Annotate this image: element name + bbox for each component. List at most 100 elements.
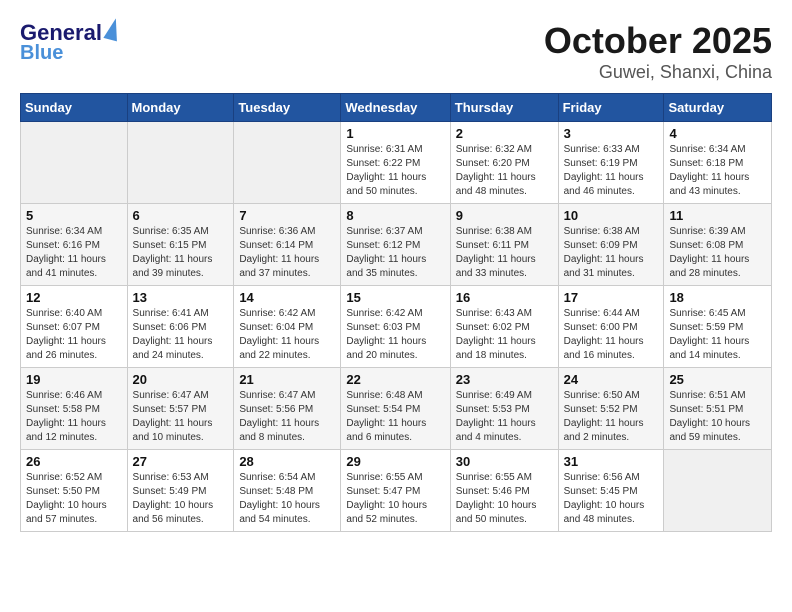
calendar-cell: 21Sunrise: 6:47 AM Sunset: 5:56 PM Dayli… [234,368,341,450]
day-info: Sunrise: 6:55 AM Sunset: 5:47 PM Dayligh… [346,471,444,527]
day-info: Sunrise: 6:37 AM Sunset: 6:12 PM Dayligh… [346,225,444,281]
calendar-cell: 4Sunrise: 6:34 AM Sunset: 6:18 PM Daylig… [664,122,772,204]
weekday-header-friday: Friday [558,94,664,122]
calendar-cell: 1 Sunrise: 6:31 AM Sunset: 6:22 PM Daylig… [341,122,450,204]
calendar-cell: 14 Sunrise: 6:42 AM Sunset: 6:04 PM Dayli… [234,286,341,368]
calendar-cell: 8Sunrise: 6:37 AM Sunset: 6:12 PM Daylig… [341,204,450,286]
calendar-cell: 10Sunrise: 6:38 AM Sunset: 6:09 PM Dayli… [558,204,664,286]
day-info: Sunrise: 6:47 AM Sunset: 5:57 PM Dayligh… [133,389,229,445]
day-info: Sunrise: 6:31 AM Sunset: 6:22 PM Dayligh… [346,143,444,199]
calendar-cell: 26 Sunrise: 6:52 AM Sunset: 5:50 PM Dayli… [21,450,128,532]
day-number: 30 [456,454,553,469]
calendar-week-4: 19Sunrise: 6:46 AM Sunset: 5:58 PM Dayli… [21,368,772,450]
day-number: 22 [346,372,444,387]
calendar-cell: 6 Sunrise: 6:35 AM Sunset: 6:15 PM Daylig… [127,204,234,286]
logo-icon [103,17,122,42]
day-number: 14 [239,290,335,305]
day-number: 12 [26,290,122,305]
day-info: Sunrise: 6:50 AM Sunset: 5:52 PM Dayligh… [564,389,659,445]
day-number: 15 [346,290,444,305]
day-info: Sunrise: 6:42 AM Sunset: 6:04 PM Dayligh… [239,307,335,363]
calendar-cell: 27Sunrise: 6:53 AM Sunset: 5:49 PM Dayli… [127,450,234,532]
day-info: Sunrise: 6:52 AM Sunset: 5:50 PM Dayligh… [26,471,122,527]
day-info: Sunrise: 6:54 AM Sunset: 5:48 PM Dayligh… [239,471,335,527]
day-number: 13 [133,290,229,305]
day-info: Sunrise: 6:43 AM Sunset: 6:02 PM Dayligh… [456,307,553,363]
weekday-header-thursday: Thursday [450,94,558,122]
day-info: Sunrise: 6:47 AM Sunset: 5:56 PM Dayligh… [239,389,335,445]
day-number: 10 [564,208,659,223]
calendar-cell: 11 Sunrise: 6:39 AM Sunset: 6:08 PM Dayli… [664,204,772,286]
day-info: Sunrise: 6:44 AM Sunset: 6:00 PM Dayligh… [564,307,659,363]
day-number: 17 [564,290,659,305]
day-number: 2 [456,126,553,141]
page-header: General Blue October 2025 Guwei, Shanxi,… [20,20,772,83]
day-number: 19 [26,372,122,387]
weekday-header-tuesday: Tuesday [234,94,341,122]
calendar-week-5: 26 Sunrise: 6:52 AM Sunset: 5:50 PM Dayli… [21,450,772,532]
calendar-cell: 16 Sunrise: 6:43 AM Sunset: 6:02 PM Dayli… [450,286,558,368]
title-area: October 2025 Guwei, Shanxi, China [544,20,772,83]
day-info: Sunrise: 6:56 AM Sunset: 5:45 PM Dayligh… [564,471,659,527]
day-info: Sunrise: 6:40 AM Sunset: 6:07 PM Dayligh… [26,307,122,363]
calendar-cell: 31 Sunrise: 6:56 AM Sunset: 5:45 PM Dayli… [558,450,664,532]
day-number: 5 [26,208,122,223]
calendar-cell [234,122,341,204]
calendar-cell: 30 Sunrise: 6:55 AM Sunset: 5:46 PM Dayli… [450,450,558,532]
logo-blue: Blue [20,42,63,65]
calendar-cell: 23Sunrise: 6:49 AM Sunset: 5:53 PM Dayli… [450,368,558,450]
calendar-cell [664,450,772,532]
calendar-cell: 5Sunrise: 6:34 AM Sunset: 6:16 PM Daylig… [21,204,128,286]
day-info: Sunrise: 6:53 AM Sunset: 5:49 PM Dayligh… [133,471,229,527]
day-info: Sunrise: 6:36 AM Sunset: 6:14 PM Dayligh… [239,225,335,281]
weekday-header-row: SundayMondayTuesdayWednesdayThursdayFrid… [21,94,772,122]
calendar-cell: 25Sunrise: 6:51 AM Sunset: 5:51 PM Dayli… [664,368,772,450]
day-number: 16 [456,290,553,305]
day-info: Sunrise: 6:33 AM Sunset: 6:19 PM Dayligh… [564,143,659,199]
calendar-cell: 3 Sunrise: 6:33 AM Sunset: 6:19 PM Daylig… [558,122,664,204]
calendar-cell: 9Sunrise: 6:38 AM Sunset: 6:11 PM Daylig… [450,204,558,286]
calendar-cell: 24 Sunrise: 6:50 AM Sunset: 5:52 PM Dayli… [558,368,664,450]
day-info: Sunrise: 6:49 AM Sunset: 5:53 PM Dayligh… [456,389,553,445]
day-number: 18 [669,290,766,305]
day-number: 26 [26,454,122,469]
calendar-cell: 12 Sunrise: 6:40 AM Sunset: 6:07 PM Dayli… [21,286,128,368]
calendar-cell: 28Sunrise: 6:54 AM Sunset: 5:48 PM Dayli… [234,450,341,532]
calendar-cell: 2 Sunrise: 6:32 AM Sunset: 6:20 PM Daylig… [450,122,558,204]
calendar-cell: 18 Sunrise: 6:45 AM Sunset: 5:59 PM Dayli… [664,286,772,368]
day-info: Sunrise: 6:39 AM Sunset: 6:08 PM Dayligh… [669,225,766,281]
month-title: October 2025 [544,20,772,62]
day-info: Sunrise: 6:55 AM Sunset: 5:46 PM Dayligh… [456,471,553,527]
day-number: 20 [133,372,229,387]
day-number: 24 [564,372,659,387]
weekday-header-monday: Monday [127,94,234,122]
calendar-cell: 22Sunrise: 6:48 AM Sunset: 5:54 PM Dayli… [341,368,450,450]
day-number: 31 [564,454,659,469]
calendar-cell [21,122,128,204]
day-info: Sunrise: 6:35 AM Sunset: 6:15 PM Dayligh… [133,225,229,281]
calendar-cell: 19Sunrise: 6:46 AM Sunset: 5:58 PM Dayli… [21,368,128,450]
logo: General Blue [20,20,120,65]
calendar-week-2: 5Sunrise: 6:34 AM Sunset: 6:16 PM Daylig… [21,204,772,286]
day-info: Sunrise: 6:41 AM Sunset: 6:06 PM Dayligh… [133,307,229,363]
calendar-cell: 20 Sunrise: 6:47 AM Sunset: 5:57 PM Dayli… [127,368,234,450]
calendar-cell: 15 Sunrise: 6:42 AM Sunset: 6:03 PM Dayli… [341,286,450,368]
day-number: 6 [133,208,229,223]
day-number: 29 [346,454,444,469]
day-info: Sunrise: 6:45 AM Sunset: 5:59 PM Dayligh… [669,307,766,363]
day-number: 11 [669,208,766,223]
day-number: 1 [346,126,444,141]
calendar-week-3: 12 Sunrise: 6:40 AM Sunset: 6:07 PM Dayli… [21,286,772,368]
calendar-cell [127,122,234,204]
weekday-header-wednesday: Wednesday [341,94,450,122]
day-number: 3 [564,126,659,141]
day-info: Sunrise: 6:42 AM Sunset: 6:03 PM Dayligh… [346,307,444,363]
calendar-cell: 17 Sunrise: 6:44 AM Sunset: 6:00 PM Dayli… [558,286,664,368]
day-info: Sunrise: 6:32 AM Sunset: 6:20 PM Dayligh… [456,143,553,199]
location-title: Guwei, Shanxi, China [544,62,772,83]
day-info: Sunrise: 6:34 AM Sunset: 6:18 PM Dayligh… [669,143,766,199]
calendar-week-1: 1 Sunrise: 6:31 AM Sunset: 6:22 PM Daylig… [21,122,772,204]
calendar-cell: 13 Sunrise: 6:41 AM Sunset: 6:06 PM Dayli… [127,286,234,368]
calendar-table: SundayMondayTuesdayWednesdayThursdayFrid… [20,93,772,532]
day-info: Sunrise: 6:38 AM Sunset: 6:11 PM Dayligh… [456,225,553,281]
